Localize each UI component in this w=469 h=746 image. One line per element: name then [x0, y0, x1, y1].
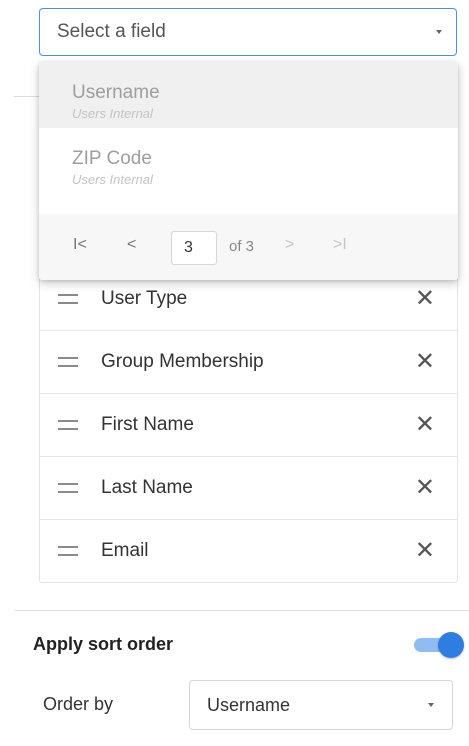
drag-handle-icon[interactable]	[58, 483, 78, 493]
chevron-down-icon	[428, 703, 434, 707]
apply-sort-order-label: Apply sort order	[33, 634, 174, 654]
field-label: Last Name	[101, 477, 193, 498]
dropdown-pagination: I< < 3 of 3 > >I	[39, 214, 458, 280]
toggle-knob	[438, 632, 464, 658]
field-row-last-name[interactable]: Last Name ✕	[40, 457, 457, 520]
option-source: Users Internal	[72, 172, 153, 187]
field-label: User Type	[101, 288, 188, 309]
field-config-panel: Select a field Username Users Internal Z…	[0, 0, 469, 746]
close-icon[interactable]: ✕	[415, 476, 435, 500]
field-select[interactable]: Select a field	[39, 8, 457, 56]
close-icon[interactable]: ✕	[415, 413, 435, 437]
order-by-label: Order by	[43, 694, 114, 714]
field-select-placeholder: Select a field	[57, 21, 166, 42]
field-label: Email	[101, 540, 149, 561]
page-number-input[interactable]: 3	[171, 231, 217, 265]
selected-fields-list: User Type ✕ Group Membership ✕ First Nam…	[39, 268, 458, 583]
option-name: ZIP Code	[72, 148, 152, 169]
close-icon[interactable]: ✕	[415, 539, 435, 563]
field-label: First Name	[101, 414, 194, 435]
drag-handle-icon[interactable]	[58, 420, 78, 430]
first-page-icon[interactable]: I<	[73, 236, 87, 254]
order-by-value: Username	[207, 694, 291, 715]
chevron-down-icon	[436, 30, 442, 34]
prev-page-icon[interactable]: <	[127, 236, 136, 254]
apply-sort-order-toggle[interactable]	[412, 632, 466, 658]
field-label: Group Membership	[101, 351, 264, 372]
option-name: Username	[72, 82, 160, 103]
dropdown-option-username[interactable]: Username Users Internal	[39, 62, 458, 128]
field-row-email[interactable]: Email ✕	[40, 520, 457, 582]
field-dropdown-menu: Username Users Internal ZIP Code Users I…	[39, 62, 458, 280]
last-page-icon[interactable]: >I	[333, 236, 347, 254]
close-icon[interactable]: ✕	[415, 350, 435, 374]
drag-handle-icon[interactable]	[58, 357, 78, 367]
option-source: Users Internal	[72, 106, 153, 121]
drag-handle-icon[interactable]	[58, 546, 78, 556]
drag-handle-icon[interactable]	[58, 294, 78, 304]
field-row-group-membership[interactable]: Group Membership ✕	[40, 331, 457, 394]
page-count-label: of 3	[229, 238, 255, 255]
dropdown-option-zip-code[interactable]: ZIP Code Users Internal	[39, 128, 458, 194]
field-row-first-name[interactable]: First Name ✕	[40, 394, 457, 457]
next-page-icon[interactable]: >	[285, 236, 294, 254]
section-divider	[14, 610, 469, 611]
close-icon[interactable]: ✕	[415, 287, 435, 311]
order-by-select[interactable]: Username	[189, 680, 453, 730]
